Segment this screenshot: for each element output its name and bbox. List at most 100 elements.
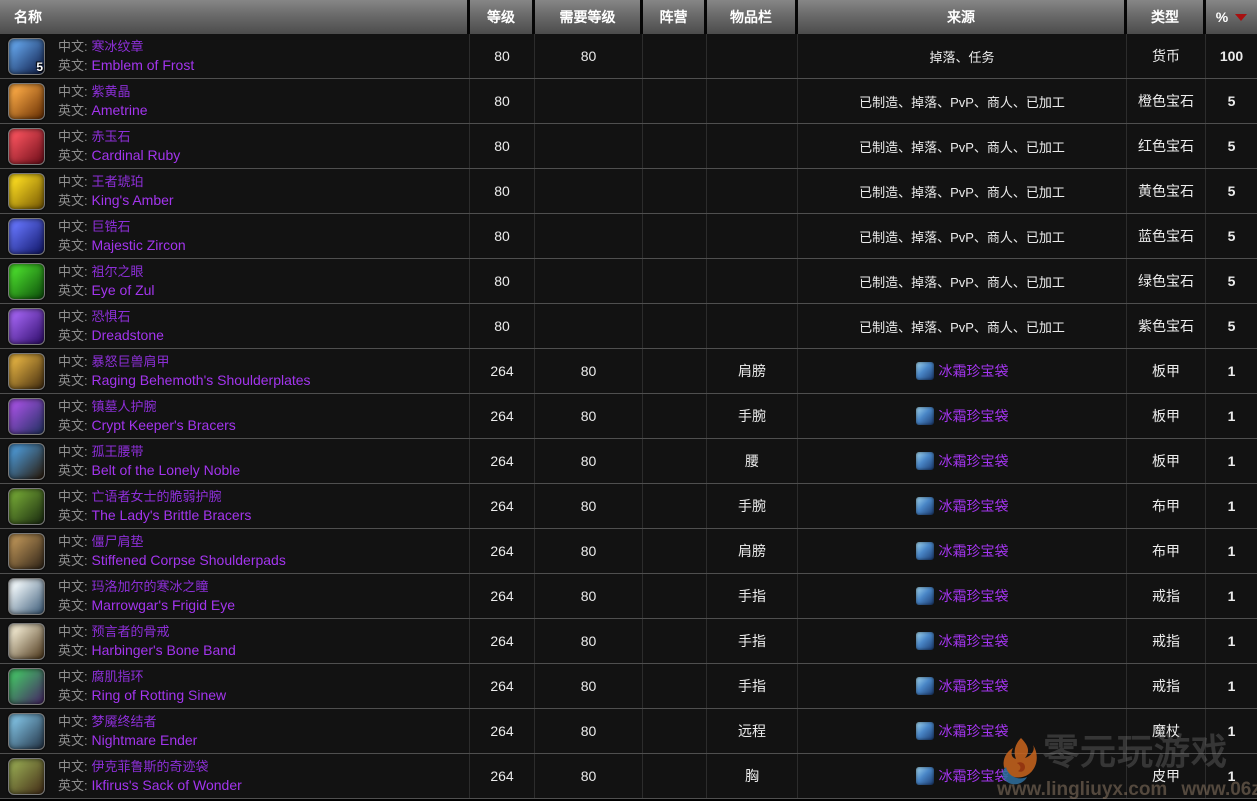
- item-name-en-link[interactable]: Ikfirus's Sack of Wonder: [92, 777, 242, 793]
- percent-cell: 5: [1206, 304, 1257, 348]
- column-header-required-level[interactable]: 需要等级: [535, 0, 643, 34]
- faction-cell: [643, 574, 707, 618]
- plate-bracers-icon[interactable]: [8, 398, 45, 435]
- item-name-cn-link[interactable]: 巨锆石: [92, 219, 131, 234]
- item-name-cn-link[interactable]: 赤玉石: [92, 129, 131, 144]
- table-row: 中文: 玛洛加尔的寒冰之瞳 英文: Marrowgar's Frigid Eye…: [0, 574, 1257, 619]
- source-bag-link[interactable]: 冰霜珍宝袋: [916, 586, 1009, 606]
- item-name-en-link[interactable]: Emblem of Frost: [92, 57, 195, 73]
- table-row: 中文: 镇墓人护腕 英文: Crypt Keeper's Bracers 264…: [0, 394, 1257, 439]
- source-bag-link[interactable]: 冰霜珍宝袋: [916, 631, 1009, 651]
- wand-icon[interactable]: [8, 713, 45, 750]
- slot-cell: [707, 124, 798, 168]
- source-link-label: 冰霜珍宝袋: [939, 721, 1009, 741]
- item-name-en-link[interactable]: Crypt Keeper's Bracers: [92, 417, 236, 433]
- column-header-source[interactable]: 来源: [798, 0, 1127, 34]
- english-label: 英文:: [58, 643, 88, 658]
- item-name-en-link[interactable]: Eye of Zul: [92, 282, 155, 298]
- type-cell: 紫色宝石: [1127, 304, 1206, 348]
- cloth-bracers-icon[interactable]: [8, 488, 45, 525]
- emblem-of-frost-icon[interactable]: 5: [8, 38, 45, 75]
- source-cell: 冰霜珍宝袋: [798, 664, 1127, 708]
- item-name-cn-link[interactable]: 王者琥珀: [92, 174, 144, 189]
- source-text: 已制造、掉落、PvP、商人、已加工: [859, 92, 1065, 111]
- shoulderpads-icon[interactable]: [8, 533, 45, 570]
- cardinal-ruby-gem-icon[interactable]: [8, 128, 45, 165]
- item-name-en-link[interactable]: Dreadstone: [92, 327, 164, 343]
- column-header-slot[interactable]: 物品栏: [707, 0, 798, 34]
- item-name-en-link[interactable]: The Lady's Brittle Bracers: [92, 507, 252, 523]
- frigid-eye-ring-icon[interactable]: [8, 578, 45, 615]
- majestic-zircon-gem-icon[interactable]: [8, 218, 45, 255]
- item-name-en-link[interactable]: Cardinal Ruby: [92, 147, 181, 163]
- type-cell: 板甲: [1127, 439, 1206, 483]
- belt-icon[interactable]: [8, 443, 45, 480]
- english-label: 英文:: [58, 148, 88, 163]
- required-level-cell: 80: [535, 529, 643, 573]
- chinese-label: 中文:: [58, 714, 88, 729]
- source-bag-link[interactable]: 冰霜珍宝袋: [916, 766, 1009, 786]
- item-name-cn-link[interactable]: 亡语者女士的脆弱护腕: [92, 489, 222, 504]
- item-name-en-link[interactable]: Ametrine: [92, 102, 148, 118]
- item-name-cn-link[interactable]: 预言者的骨戒: [92, 624, 170, 639]
- column-header-level[interactable]: 等级: [470, 0, 535, 34]
- column-header-name[interactable]: 名称: [0, 0, 470, 34]
- item-name-cn-link[interactable]: 镇墓人护腕: [92, 399, 157, 414]
- rotting-sinew-ring-icon[interactable]: [8, 668, 45, 705]
- item-name-cn-link[interactable]: 伊克菲鲁斯的奇迹袋: [92, 759, 209, 774]
- item-name-cn-link[interactable]: 祖尔之眼: [92, 264, 144, 279]
- english-label: 英文:: [58, 688, 88, 703]
- item-name-cn-link[interactable]: 孤王腰带: [92, 444, 144, 459]
- item-name-en-link[interactable]: Marrowgar's Frigid Eye: [92, 597, 236, 613]
- name-cell: 中文: 预言者的骨戒 英文: Harbinger's Bone Band: [0, 619, 470, 663]
- column-header-faction[interactable]: 阵营: [643, 0, 707, 34]
- dreadstone-gem-icon[interactable]: [8, 308, 45, 345]
- item-name-en-link[interactable]: Stiffened Corpse Shoulderpads: [92, 552, 286, 568]
- item-name-cn-link[interactable]: 恐惧石: [92, 309, 131, 324]
- item-name-cn-link[interactable]: 玛洛加尔的寒冰之瞳: [92, 579, 209, 594]
- item-name-cn-link[interactable]: 暴怒巨兽肩甲: [92, 354, 170, 369]
- source-bag-link[interactable]: 冰霜珍宝袋: [916, 451, 1009, 471]
- bone-band-ring-icon[interactable]: [8, 623, 45, 660]
- ametrine-gem-icon[interactable]: [8, 83, 45, 120]
- item-name-cn-link[interactable]: 寒冰纹章: [92, 39, 144, 54]
- percent-cell: 5: [1206, 124, 1257, 168]
- eye-of-zul-gem-icon[interactable]: [8, 263, 45, 300]
- slot-cell: [707, 79, 798, 123]
- type-cell: 布甲: [1127, 529, 1206, 573]
- item-name-en-link[interactable]: Ring of Rotting Sinew: [92, 687, 227, 703]
- kings-amber-gem-icon[interactable]: [8, 173, 45, 210]
- faction-cell: [643, 124, 707, 168]
- english-label: 英文:: [58, 373, 88, 388]
- chinese-label: 中文:: [58, 669, 88, 684]
- item-name-cn-link[interactable]: 腐肌指环: [92, 669, 144, 684]
- source-bag-link[interactable]: 冰霜珍宝袋: [916, 496, 1009, 516]
- slot-cell: 手腕: [707, 484, 798, 528]
- source-bag-link[interactable]: 冰霜珍宝袋: [916, 406, 1009, 426]
- slot-cell: [707, 259, 798, 303]
- item-name-en-link[interactable]: Belt of the Lonely Noble: [92, 462, 241, 478]
- item-names: 中文: 僵尸肩垫 英文: Stiffened Corpse Shoulderpa…: [58, 532, 286, 570]
- item-name-en-link[interactable]: Nightmare Ender: [92, 732, 198, 748]
- column-header-type[interactable]: 类型: [1127, 0, 1206, 34]
- type-cell: 戒指: [1127, 664, 1206, 708]
- percent-cell: 1: [1206, 349, 1257, 393]
- item-name-en-link[interactable]: King's Amber: [92, 192, 174, 208]
- item-name-en-link[interactable]: Majestic Zircon: [92, 237, 186, 253]
- shoulderplates-icon[interactable]: [8, 353, 45, 390]
- item-name-en-link[interactable]: Raging Behemoth's Shoulderplates: [92, 372, 311, 388]
- sack-icon[interactable]: [8, 758, 45, 795]
- item-name-en-link[interactable]: Harbinger's Bone Band: [92, 642, 236, 658]
- chinese-label: 中文:: [58, 309, 88, 324]
- source-bag-link[interactable]: 冰霜珍宝袋: [916, 361, 1009, 381]
- source-text: 已制造、掉落、PvP、商人、已加工: [859, 317, 1065, 336]
- source-cell: 已制造、掉落、PvP、商人、已加工: [798, 124, 1127, 168]
- item-name-cn-link[interactable]: 僵尸肩垫: [92, 534, 144, 549]
- column-header-percent[interactable]: %: [1206, 0, 1257, 34]
- source-bag-link[interactable]: 冰霜珍宝袋: [916, 541, 1009, 561]
- source-bag-link[interactable]: 冰霜珍宝袋: [916, 721, 1009, 741]
- item-name-cn-link[interactable]: 梦魇终结者: [92, 714, 157, 729]
- level-cell: 264: [470, 664, 535, 708]
- source-bag-link[interactable]: 冰霜珍宝袋: [916, 676, 1009, 696]
- item-name-cn-link[interactable]: 紫黄晶: [92, 84, 131, 99]
